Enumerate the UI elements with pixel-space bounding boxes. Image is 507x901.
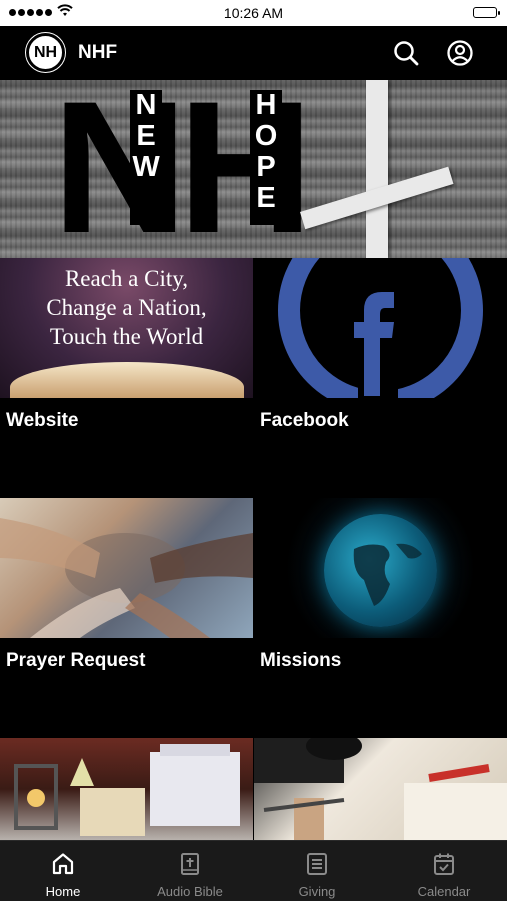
tile-events[interactable] (0, 738, 253, 840)
tab-audio-bible[interactable]: Audio Bible (127, 841, 253, 901)
tile-label-website: Website (6, 410, 79, 431)
christmas-gifts-image (0, 738, 253, 840)
calendar-icon (434, 853, 454, 875)
app-logo[interactable]: NH (25, 32, 66, 73)
search-icon[interactable] (392, 39, 420, 67)
tile-website[interactable]: Reach a City, Change a Nation, Touch the… (0, 258, 253, 498)
globe-icon (324, 514, 437, 627)
account-icon[interactable] (446, 39, 474, 67)
home-icon (52, 853, 74, 875)
tile-bible-study[interactable] (254, 738, 507, 840)
bottom-tab-bar: Home Audio Bible Giving Calendar (0, 840, 507, 901)
cross-image (366, 80, 388, 258)
tile-label-prayer-request: Prayer Request (6, 650, 146, 671)
tab-label-home: Home (45, 884, 81, 899)
tab-home[interactable]: Home (0, 841, 126, 901)
tile-prayer-request[interactable]: Prayer Request (0, 498, 253, 738)
status-time: 10:26 AM (223, 5, 284, 21)
tab-label-calendar: Calendar (417, 884, 471, 899)
bible-icon (181, 853, 199, 875)
website-image: Reach a City, Change a Nation, Touch the… (0, 258, 253, 398)
battery-icon (473, 7, 500, 18)
church-banner: NH NEW HOPE (0, 80, 507, 258)
tab-giving[interactable]: Giving (254, 841, 380, 901)
facebook-icon (354, 292, 394, 396)
tab-label-giving: Giving (298, 884, 336, 899)
tile-label-missions: Missions (260, 650, 342, 671)
open-book-image (10, 362, 244, 398)
missions-globe-image (254, 498, 507, 638)
tile-missions[interactable]: Missions (254, 498, 507, 738)
app-header: NH NHF (0, 26, 507, 80)
banner-word-new: NEW (130, 90, 162, 225)
tab-calendar[interactable]: Calendar (381, 841, 507, 901)
bible-study-image (254, 738, 507, 840)
tile-label-facebook: Facebook (260, 410, 349, 431)
giving-icon (307, 853, 327, 875)
website-motto: Reach a City, Change a Nation, Touch the… (46, 266, 207, 349)
prayer-hands-image (0, 498, 253, 638)
app-title: NHF (78, 42, 118, 63)
status-bar: 10:26 AM (0, 0, 507, 26)
tab-label-audio-bible: Audio Bible (157, 884, 223, 899)
facebook-image (254, 258, 507, 398)
banner-word-hope: HOPE (250, 90, 282, 225)
tile-facebook[interactable]: Facebook (254, 258, 507, 498)
